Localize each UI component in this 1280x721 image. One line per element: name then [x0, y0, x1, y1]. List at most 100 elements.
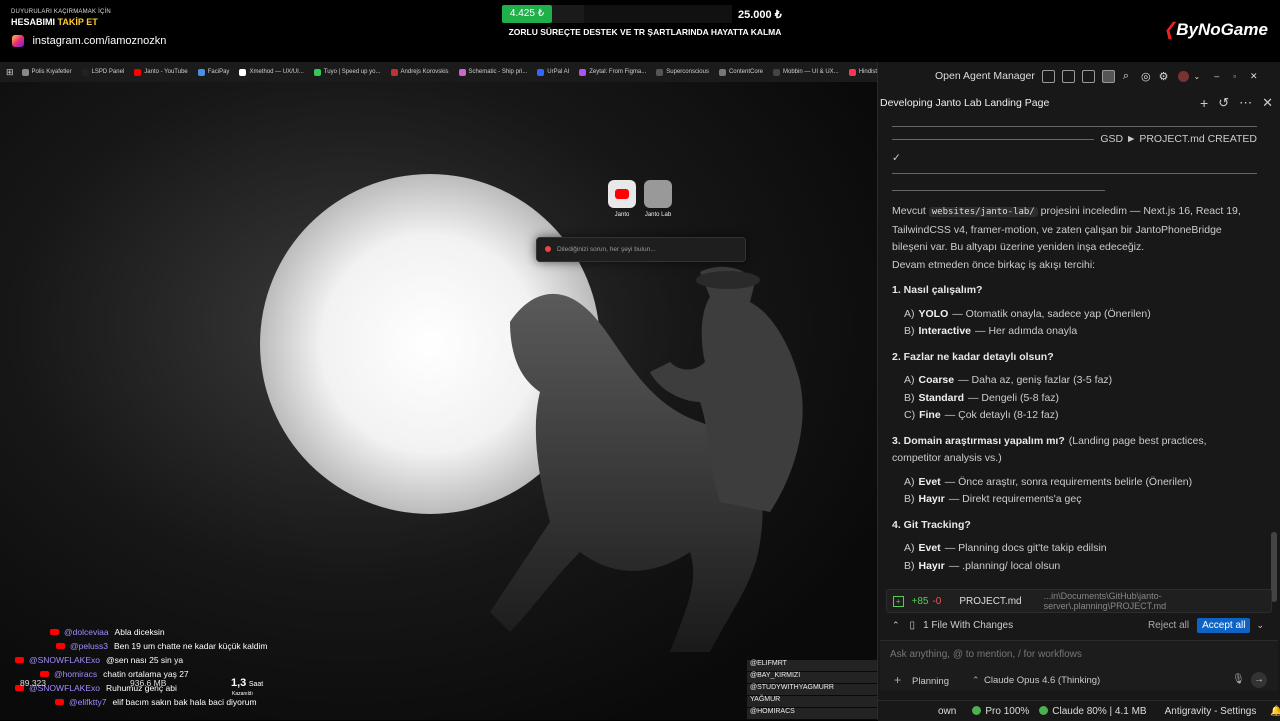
option-text: — Otomatik onayla, sadece yap (Önerilen): [952, 307, 1151, 320]
pro-quota-label: Pro 100%: [985, 705, 1030, 717]
close-panel-icon[interactable]: ✕: [1262, 95, 1273, 111]
promo-follow-text: HESABIMI TAKİP ET: [11, 17, 98, 27]
bookmark-favicon-icon: [197, 68, 205, 76]
microphone-icon[interactable]: 🎙: [1232, 674, 1245, 685]
chat-text: @sen nası 25 sin ya: [105, 655, 184, 665]
chevron-down-icon[interactable]: ⌄: [1193, 72, 1200, 81]
chat-username: @peluss3: [70, 641, 108, 651]
chevron-up-icon: ⌃: [972, 675, 980, 685]
new-tab-search-input[interactable]: Dilediğinizi sorun, her şeyi bulun...: [536, 237, 746, 262]
bookmark-label: UrPal AI: [547, 69, 570, 75]
bookmark-item[interactable]: Andrejs Korovskis: [390, 68, 449, 76]
option-key: Hayır: [918, 559, 945, 572]
stat-value-1: 89.323: [20, 678, 46, 688]
prompt-text: Devam etmeden önce birkaç iş akışı terci…: [892, 258, 1096, 271]
bookmark-label: Superconscious: [666, 69, 709, 75]
bookmark-item[interactable]: Janto - YouTube: [134, 68, 188, 76]
settings-link[interactable]: Antigravity - Settings: [1165, 706, 1257, 717]
close-window-icon[interactable]: ✕: [1250, 71, 1258, 82]
bookmark-item[interactable]: Polis Kıyafetler: [21, 68, 72, 76]
history-icon[interactable]: ↺: [1218, 95, 1229, 111]
bookmark-item[interactable]: FaciPay: [197, 68, 229, 76]
bookmark-item[interactable]: Zeytal: From Figma...: [579, 68, 646, 76]
bookmark-label: Polis Kıyafetler: [31, 69, 72, 75]
avatar[interactable]: [1178, 70, 1190, 82]
claude-quota[interactable]: Claude 80% | 4.1 MB: [1039, 706, 1147, 717]
option-key: Standard: [918, 391, 965, 404]
instagram-promo: instagram.com/iamoznozkn: [12, 32, 166, 50]
lines-added: +85: [911, 595, 929, 607]
bookmark-item[interactable]: LSPD Panel: [81, 68, 125, 76]
bell-icon[interactable]: 🔔: [1270, 706, 1280, 717]
bookmark-item[interactable]: ContentCore: [718, 68, 763, 76]
option-prefix: B): [904, 325, 915, 337]
window-title[interactable]: Open Agent Manager: [935, 70, 1035, 82]
bookmark-label: LSPD Panel: [91, 69, 125, 75]
minimize-icon[interactable]: –: [1214, 71, 1219, 81]
brand-name: NoGame: [1197, 20, 1268, 39]
chat-username: @homiracs: [54, 669, 98, 679]
agent-chat-input[interactable]: Ask anything, @ to mention, / for workfl…: [880, 640, 1278, 691]
gear-icon[interactable]: ⚙: [1159, 70, 1169, 83]
mode-selector[interactable]: ⌃: [972, 675, 980, 686]
bookmark-item[interactable]: Mobbin — UI & UX...: [773, 68, 839, 76]
sidebar-right-icon[interactable]: [1101, 69, 1115, 83]
send-button[interactable]: →: [1251, 672, 1267, 688]
bookmark-label: Tuyo | Speed up yo...: [323, 69, 381, 75]
chevron-up-icon[interactable]: ⌃: [892, 620, 900, 631]
model-selector[interactable]: Claude Opus 4.6 (Thinking): [984, 675, 1100, 686]
question-list: 1. Nasıl çalışalım? A) YOLO — Otomatik onay…: [892, 282, 1257, 575]
browser-logo-icon: [545, 246, 551, 253]
instagram-icon: [12, 34, 24, 47]
sidebar-left-icon[interactable]: [1061, 69, 1075, 83]
add-context-icon[interactable]: +: [894, 673, 901, 687]
youtube-icon: [615, 189, 629, 199]
layout-toggle-icon[interactable]: [1041, 69, 1055, 83]
hours-unit: Saat: [248, 681, 264, 688]
bookmark-favicon-icon: [313, 68, 321, 76]
chevron-down-icon[interactable]: ⌄: [1256, 620, 1264, 631]
shortcut-janto-lab[interactable]: [644, 180, 672, 208]
viewer-name: @ELIFMRT: [750, 660, 787, 667]
more-options-icon[interactable]: ⋯: [1239, 95, 1252, 111]
bookmark-favicon-icon: [390, 68, 398, 76]
file-icon: ▯: [909, 619, 916, 631]
reject-all-button[interactable]: Reject all: [1148, 620, 1189, 631]
youtube-icon: [50, 629, 59, 635]
file-change-row[interactable]: + +85 -0 PROJECT.md ...in\Documents\GitH…: [886, 589, 1272, 613]
bookmark-favicon-icon: [848, 68, 856, 76]
bookmark-item[interactable]: UrPal AI: [537, 68, 570, 76]
option-text: — Direkt requirements'a geç: [948, 493, 1082, 505]
question-title: 2. Fazlar ne kadar detaylı olsun?: [892, 349, 1257, 367]
bookmark-item[interactable]: Schematic - Ship pri...: [458, 68, 527, 76]
bookmark-item[interactable]: Xmethod — UX/UI...: [239, 68, 304, 76]
chrome-icon[interactable]: ◎: [1141, 70, 1151, 83]
bookmark-label: Andrejs Korovskis: [400, 69, 449, 75]
new-chat-icon[interactable]: +: [1200, 95, 1208, 111]
promo-follow-emph: TAKİP ET: [57, 17, 98, 27]
instagram-handle: instagram.com/iamoznozkn: [32, 34, 167, 47]
ide-title-bar: Open Agent Manager ⌕ ◎ ⚙ ⌄ – ▫ ✕: [878, 62, 1280, 90]
bookmark-favicon-icon: [656, 68, 664, 76]
lines-removed: -0: [932, 595, 942, 607]
bookmark-item[interactable]: Superconscious: [656, 68, 709, 76]
apps-grid-icon[interactable]: ⊞: [6, 67, 14, 78]
accept-all-button[interactable]: Accept all: [1197, 617, 1251, 633]
option-key: Interactive: [918, 325, 972, 337]
option-key: Evet: [918, 475, 941, 488]
pro-quota[interactable]: Pro 100%: [972, 706, 1029, 717]
maximize-icon[interactable]: ▫: [1233, 72, 1236, 81]
bookmark-label: Mobbin — UI & UX...: [783, 69, 839, 75]
bookmark-item[interactable]: Tuyo | Speed up yo...: [313, 68, 381, 76]
search-icon[interactable]: ⌕: [1123, 70, 1129, 83]
youtube-icon: [56, 643, 65, 649]
mode-label[interactable]: Planning: [912, 676, 949, 687]
bookmark-item[interactable]: Hindistan: [848, 68, 880, 76]
intro-prefix: Mevcut: [892, 205, 926, 217]
shortcut-janto[interactable]: [608, 180, 636, 208]
question-text: 4. Git Tracking?: [892, 518, 971, 531]
question-option: A) Coarse — Daha az, geniş fazlar (3-5 faz…: [892, 372, 1257, 390]
panel-bottom-icon[interactable]: [1081, 69, 1095, 83]
question-text: 2. Fazlar ne kadar detaylı olsun?: [892, 350, 1054, 363]
question-option: B) Standard — Dengeli (5-8 faz): [892, 390, 1257, 408]
